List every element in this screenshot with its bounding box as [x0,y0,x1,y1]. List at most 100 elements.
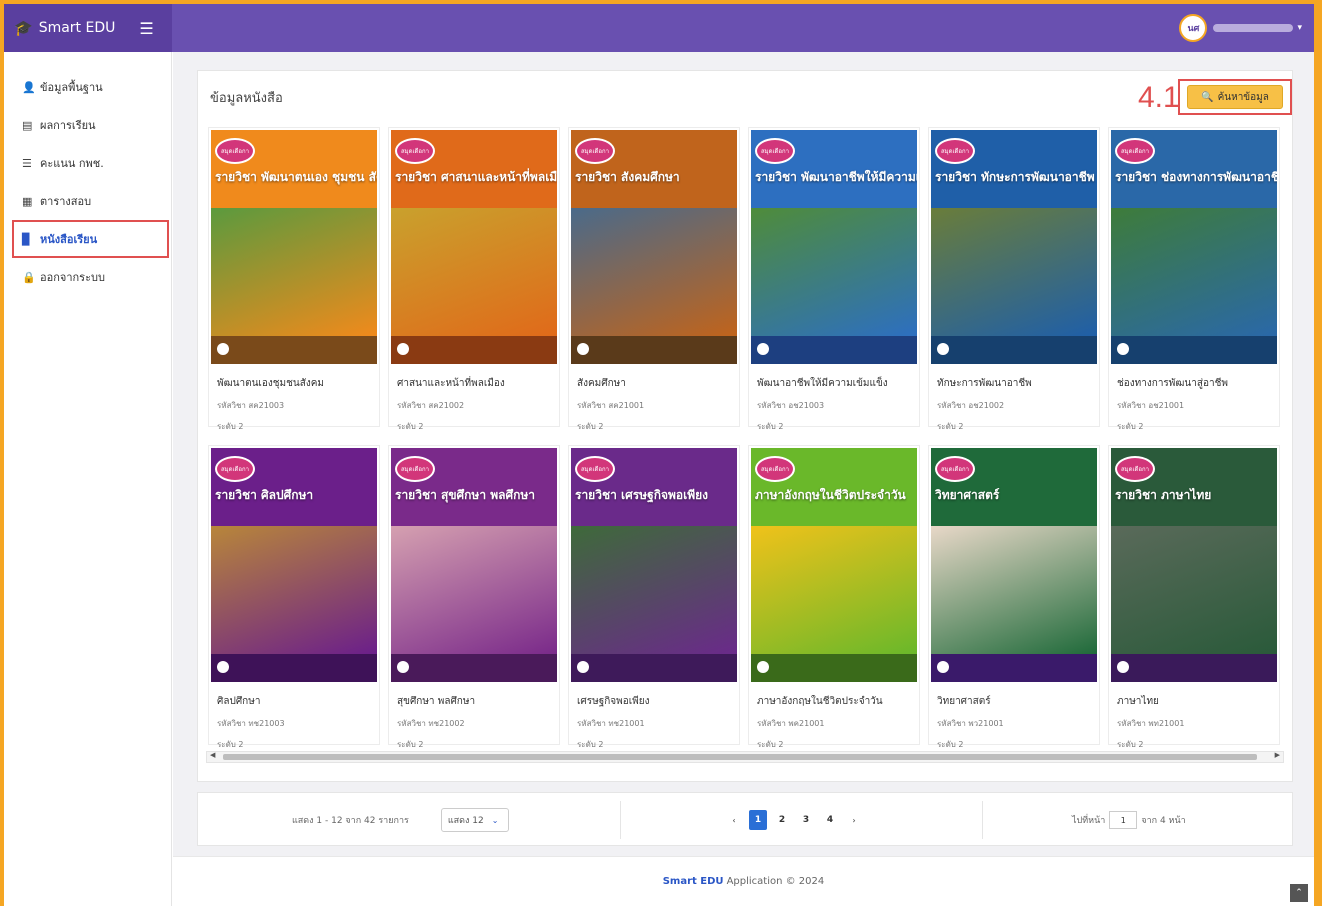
sidebar-item[interactable]: ☰ คะแนน กพช. [4,144,171,182]
user-name-blurred [1213,24,1294,32]
divider [620,801,621,839]
caret-down-icon[interactable]: ▾ [1297,23,1302,33]
book-title: ภาษาอังกฤษในชีวิตประจำวัน [757,696,883,707]
cover-title: รายวิชา พัฒนาตนเอง ชุมชน สังคม [215,170,377,184]
book-card[interactable]: สมุดเดือกา รายวิชา ภาษาไทย ภาษาไทย รหัสวิชา… [1108,445,1280,749]
prev-page-icon[interactable]: ‹ [725,810,743,830]
book-title: ทักษะการพัฒนาอาชีพ [937,378,1032,389]
hamburger-icon[interactable]: ☰ [139,19,153,38]
book-card[interactable]: สมุดเดือกา รายวิชา สุขศึกษา พลศึกษาสุขศึก… [388,445,560,749]
sidebar-item-label: คะแนน กพช. [40,157,104,170]
book-cover[interactable]: สมุดเดือกา รายวิชา ศิลปศึกษา [211,448,377,682]
main-content: ข้อมูลหนังสือ 4.1 🔍 ค้นหาข้อมูล สมุดเดือ… [173,52,1314,856]
brand[interactable]: 🎓 Smart EDU ☰ [4,4,172,52]
sidebar-item-label: ตารางสอบ [40,195,92,208]
book-title: พัฒนาอาชีพให้มีความเข้มแข็ง [757,378,888,389]
book-cover[interactable]: สมุดเดือกา รายวิชา ศาสนาและหน้าที่พลเมือง [391,130,557,364]
book-cover[interactable]: สมุดเดือกา รายวิชา ภาษาไทย [1111,448,1277,682]
user-menu[interactable]: นศ ▾ [1179,14,1302,42]
brand-name: Smart EDU [38,20,116,36]
scroll-right-icon[interactable]: ▶ [1275,751,1280,759]
book-level: ระดับ 2 [577,422,604,431]
book-level: ระดับ 2 [937,422,964,431]
book-cover[interactable]: สมุดเดือกา รายวิชา ทักษะการพัฒนาอาชีพ [931,130,1097,364]
book-info: พัฒนาตนเองชุมชนสังคม รหัสวิชา สค21003 ระดั… [209,366,379,433]
page-button[interactable]: 2 [773,810,791,830]
lock-icon: 🔒 [22,270,36,284]
cover-footer [391,654,557,682]
next-page-icon[interactable]: › [845,810,863,830]
book-card[interactable]: สมุดเดือกา รายวิชา สังคมศึกษา สังคมศึกษา รห… [568,127,740,431]
book-cover[interactable]: สมุดเดือกา รายวิชา เศรษฐกิจพอเพียง [571,448,737,682]
cover-footer [571,336,737,364]
scroll-left-icon[interactable]: ◀ [210,751,215,759]
cover-photo [571,208,737,336]
series-logo: สมุดเดือกา [1115,456,1155,482]
scrollbar-thumb[interactable] [223,754,1257,760]
book-card[interactable]: สมุดเดือกา รายวิชา ศาสนาและหน้าที่พลเมือง… [388,127,560,431]
frame-right [1314,0,1322,906]
book-cover[interactable]: สมุดเดือกา รายวิชา สุขศึกษา พลศึกษา [391,448,557,682]
cover-title: รายวิชา สุขศึกษา พลศึกษา [395,488,536,502]
sidebar-item[interactable]: ▉ หนังสือเรียน [12,220,169,258]
list-icon: ☰ [22,156,32,170]
book-level: ระดับ 2 [217,740,244,749]
chevron-down-icon: ⌄ [491,815,499,825]
book-card[interactable]: สมุดเดือกา รายวิชา ศิลปศึกษา ศิลปศึกษา รหัส… [208,445,380,749]
cover-footer [751,336,917,364]
page-button[interactable]: 3 [797,810,815,830]
cover-footer [931,336,1097,364]
goto-page-section: ไปที่หน้า 1 จาก 4 หน้า [1072,793,1186,847]
page-size-select[interactable]: แสดง 12 ⌄ [440,808,509,832]
book-cover[interactable]: สมุดเดือกา ภาษาอังกฤษในชีวิตประจำวัน [751,448,917,682]
sidebar-item[interactable]: 👤 ข้อมูลพื้นฐาน [4,68,171,106]
horizontal-scrollbar[interactable]: ◀ ▶ [206,751,1284,763]
book-level: ระดับ 2 [1117,740,1144,749]
cover-title: รายวิชา เศรษฐกิจพอเพียง [575,488,709,502]
book-level: ระดับ 2 [757,740,784,749]
series-logo: สมุดเดือกา [935,456,975,482]
series-logo: สมุดเดือกา [575,138,615,164]
book-title: สุขศึกษา พลศึกษา [397,696,476,707]
avatar[interactable]: นศ [1179,14,1208,42]
book-cover[interactable]: สมุดเดือการายวิชา พัฒนาตนเอง ชุมชน สังคม [211,130,377,364]
footer-brand: Smart EDU [662,876,724,887]
goto-page-input[interactable]: 1 [1109,811,1138,829]
sidebar-item[interactable]: ▦ ตารางสอบ [4,182,171,220]
book-card[interactable]: สมุดเดือการายวิชา พัฒนาตนเอง ชุมชน สังคม… [208,127,380,431]
cover-footer [571,654,737,682]
search-button[interactable]: 🔍 ค้นหาข้อมูล [1187,85,1283,109]
search-icon: 🔍 [1201,91,1214,103]
book-cover[interactable]: สมุดเดือการายวิชา พัฒนาอาชีพให้มีความเข้… [751,130,917,364]
book-card[interactable]: สมุดเดือกา รายวิชา ทักษะการพัฒนาอาชีพ ทักษ… [928,127,1100,431]
page-button[interactable]: 1 [749,810,767,830]
book-card[interactable]: สมุดเดือกา รายวิชา เศรษฐกิจพอเพียง เศรษฐกิ… [568,445,740,749]
sidebar-item[interactable]: 🔒 ออกจากระบบ [4,258,171,296]
book-card[interactable]: สมุดเดือกา รายวิชา ช่องทางการพัฒนาอาชีพ ช่… [1108,127,1280,431]
top-navbar: 🎓 Smart EDU ☰ นศ ▾ [4,4,1314,52]
book-card[interactable]: สมุดเดือกา ภาษาอังกฤษในชีวิตประจำวันภาษาอ… [748,445,920,749]
cover-footer [211,654,377,682]
series-logo: สมุดเดือกา [755,456,795,482]
pagination-summary: แสดง 1 - 12 จาก 42 รายการ [292,816,409,826]
book-cover[interactable]: สมุดเดือกา รายวิชา สังคมศึกษา [571,130,737,364]
book-card[interactable]: สมุดเดือกา วิทยาศาสตร์ วิทยาศาสตร์ รหัสวิชา… [928,445,1100,749]
cover-photo [1111,526,1277,654]
sidebar-item-label: หนังสือเรียน [40,233,98,246]
book-code: รหัสวิชา สค21001 [577,401,645,410]
scroll-to-top-button[interactable]: ⌃ [1290,884,1308,902]
page-list: ‹ 1 2 3 4 › [722,793,866,847]
book-cover[interactable]: สมุดเดือกา รายวิชา ช่องทางการพัฒนาอาชีพ [1111,130,1277,364]
book-info: ทักษะการพัฒนาอาชีพ รหัสวิชา อช21002 ระดับ … [929,366,1099,433]
book-code: รหัสวิชา ทช21002 [397,719,465,728]
cover-photo [1111,208,1277,336]
pagination-summary-section: แสดง 1 - 12 จาก 42 รายการ แสดง 12 ⌄ [292,793,509,847]
cover-title: รายวิชา ศิลปศึกษา [215,488,314,502]
book-card[interactable]: สมุดเดือการายวิชา พัฒนาอาชีพให้มีความเข้… [748,127,920,431]
cover-title: รายวิชา ทักษะการพัฒนาอาชีพ [935,170,1095,184]
page-button[interactable]: 4 [821,810,839,830]
divider [982,801,983,839]
user-icon: 👤 [22,80,36,94]
sidebar-item[interactable]: ▤ ผลการเรียน [4,106,171,144]
book-cover[interactable]: สมุดเดือกา วิทยาศาสตร์ [931,448,1097,682]
